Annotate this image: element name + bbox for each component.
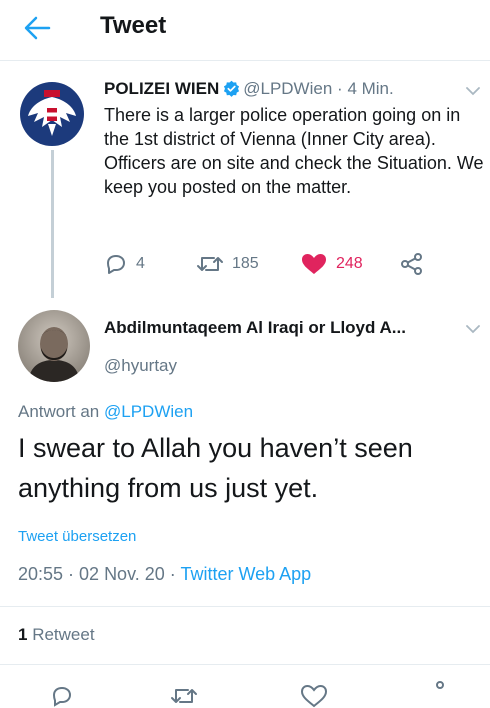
back-arrow-icon[interactable]	[22, 14, 52, 42]
timestamp-date: 20:55 · 02 Nov. 20 ·	[18, 564, 181, 584]
tweet-separator: ·	[337, 79, 343, 98]
user-avatar[interactable]	[18, 310, 90, 382]
reply-author-name[interactable]: Abdilmuntaqeem Al Iraqi or Lloyd A...	[104, 318, 406, 338]
reply-text: I swear to Allah you haven’t seen anythi…	[18, 433, 413, 503]
retweet-icon	[197, 257, 223, 271]
tweet-text: There is a larger police operation going…	[104, 105, 484, 197]
divider	[0, 664, 490, 665]
source-app-link[interactable]: Twitter Web App	[180, 564, 311, 584]
translate-tweet-link[interactable]: Tweet übersetzen	[18, 528, 136, 545]
heart-icon	[302, 254, 326, 274]
retweet-stat-label: Retweet	[32, 625, 95, 644]
share-button[interactable]	[400, 252, 424, 276]
like-count: 248	[336, 255, 363, 272]
tweet-time: 4 Min.	[347, 79, 394, 98]
retweet-icon[interactable]	[170, 684, 198, 708]
tweet-header: POLIZEI WIEN @LPDWien · 4 Min.	[104, 79, 394, 99]
like-icon[interactable]	[300, 684, 328, 708]
top-bar: Tweet	[0, 0, 490, 56]
author-name[interactable]: POLIZEI WIEN	[104, 79, 219, 98]
divider	[0, 60, 490, 61]
reply-icon[interactable]	[50, 684, 74, 708]
tweet-timestamp: 20:55 · 02 Nov. 20 · Twitter Web App	[18, 564, 311, 585]
police-logo-avatar[interactable]	[20, 82, 84, 146]
share-icon[interactable]	[428, 680, 452, 704]
thread-line	[51, 150, 54, 298]
retweet-stat-count: 1	[18, 625, 28, 644]
reply-to-handle-link[interactable]: @LPDWien	[104, 402, 193, 421]
reply-to-line: Antwort an @LPDWien	[18, 402, 193, 422]
tweet-actions: 4 185 248	[104, 252, 434, 280]
reply-author-handle[interactable]: @hyurtay	[104, 356, 177, 376]
chevron-down-icon[interactable]	[466, 324, 480, 334]
reply-button[interactable]: 4	[104, 252, 145, 276]
chevron-down-icon[interactable]	[466, 86, 480, 96]
verified-badge-icon	[224, 80, 240, 97]
like-button[interactable]: 248	[300, 252, 363, 276]
reply-count: 4	[136, 255, 145, 272]
reply-to-prefix: Antwort an	[18, 402, 100, 421]
share-icon	[401, 253, 422, 275]
bottom-action-bar	[0, 678, 490, 708]
retweet-button[interactable]: 185	[196, 252, 259, 276]
page-title: Tweet	[100, 12, 167, 39]
retweet-count: 185	[232, 255, 259, 272]
divider	[0, 606, 490, 607]
retweet-stat[interactable]: 1 Retweet	[18, 625, 95, 645]
reply-icon	[107, 255, 125, 274]
author-handle[interactable]: @LPDWien	[243, 79, 332, 98]
